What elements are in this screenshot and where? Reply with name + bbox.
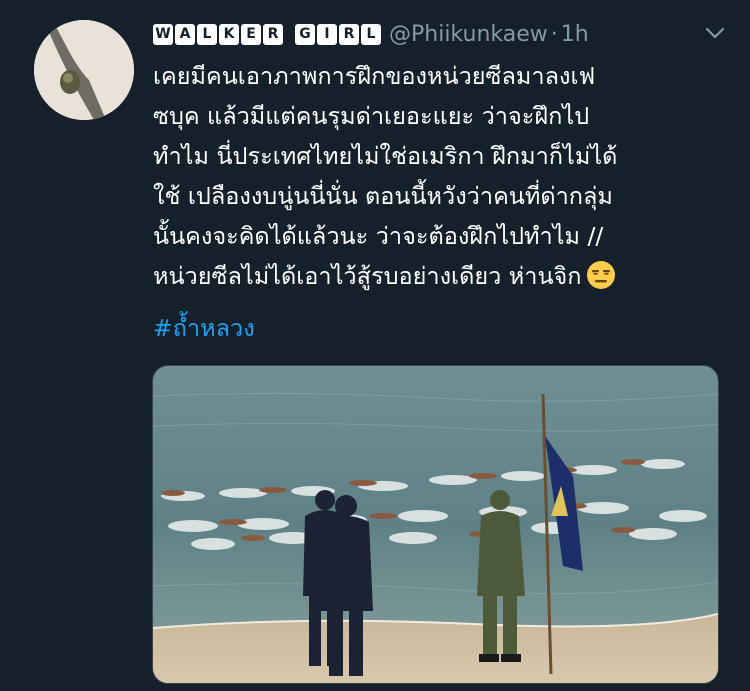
- name-letter: L: [361, 23, 381, 45]
- display-name[interactable]: W A L K E R G I R L: [153, 23, 381, 45]
- chevron-down-icon[interactable]: [704, 24, 726, 42]
- timestamp[interactable]: 1h: [561, 22, 589, 47]
- tweet-text-line-with-emoji: หน่วยซีลไม่ได้เอาไว้สู้รบอย่างเดียว ห่าน…: [153, 256, 733, 296]
- name-letter: A: [175, 23, 195, 45]
- tweet-photo[interactable]: [152, 365, 719, 684]
- tweet-text-line: ใช้ เปลืองงบนู่นนี่นั่น ตอนนี้หวังว่าคนท…: [153, 182, 613, 210]
- separator-dot: ·: [550, 21, 558, 47]
- name-letter: R: [339, 23, 359, 45]
- user-handle[interactable]: @Phiikunkaew: [389, 22, 548, 47]
- tweet-text-line: นั้นคงจะคิดได้แล้วนะ ว่าจะต้องฝึกไปทำไม …: [153, 222, 604, 250]
- name-letter: E: [241, 23, 261, 45]
- tweet-text-line: หน่วยซีลไม่ได้เอาไว้สู้รบอย่างเดียว ห่าน…: [153, 262, 582, 290]
- name-letter: W: [153, 23, 173, 45]
- tweet-text-line: ซบุค แล้วมีแต่คนรุมด่าเยอะแยะ ว่าจะฝึกไป: [153, 102, 590, 130]
- tweet-header: W A L K E R G I R L @Phiikunkaew · 1h: [153, 18, 730, 50]
- tweet-text-line: ทำไม นี่ประเทศไทยไม่ใช่อเมริกา ฝึกมาก็ไม…: [153, 142, 618, 170]
- name-letter: L: [197, 23, 217, 45]
- avatar[interactable]: [34, 20, 134, 120]
- name-letter: I: [317, 23, 337, 45]
- tweet-text-line: เคยมีคนเอาภาพการฝึกของหน่วยซีลมาลงเฟ: [153, 62, 596, 90]
- name-space: [285, 24, 293, 45]
- name-letter: G: [295, 23, 315, 45]
- name-letter: K: [219, 23, 239, 45]
- tweet-text: เคยมีคนเอาภาพการฝึกของหน่วยซีลมาลงเฟ ซบุ…: [153, 56, 733, 296]
- hashtag-link[interactable]: #ถ้ำหลวง: [153, 308, 255, 348]
- expressionless-face-icon: [586, 261, 615, 289]
- name-letter: R: [263, 23, 283, 45]
